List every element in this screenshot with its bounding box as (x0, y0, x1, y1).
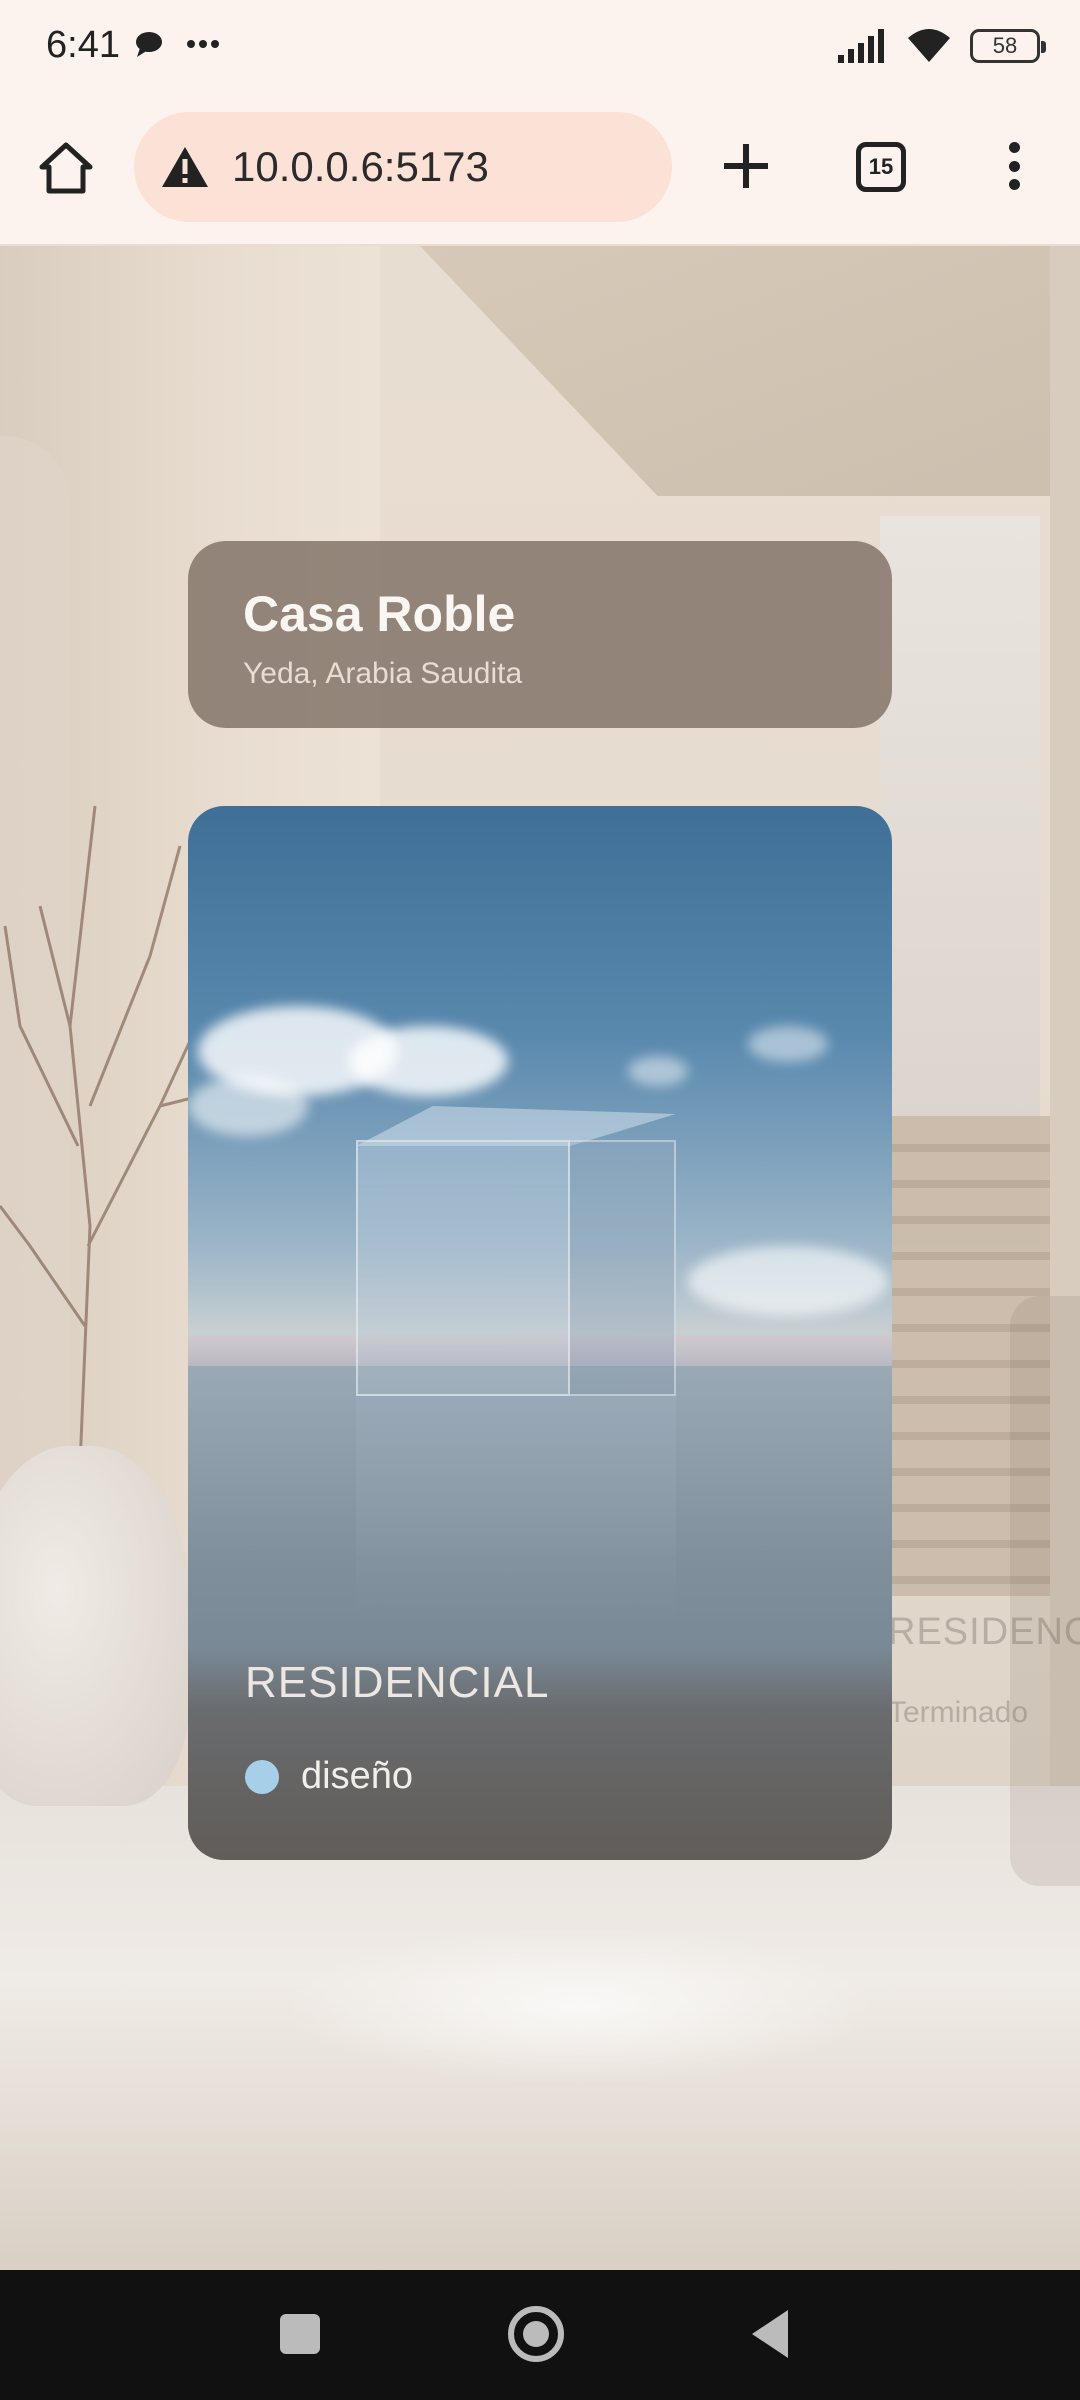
project-location: Yeda, Arabia Saudita (243, 657, 523, 690)
project-status: diseño (245, 1755, 413, 1798)
system-navigation-bar (0, 2270, 1080, 2400)
next-card-category: RESIDENCIAL (888, 1611, 1080, 1653)
new-tab-button[interactable] (716, 136, 776, 196)
project-status-label: diseño (301, 1755, 413, 1797)
warning-icon[interactable] (160, 145, 210, 189)
square-icon[interactable] (280, 2314, 320, 2354)
browser-home-button[interactable] (36, 138, 96, 198)
status-dot-icon (245, 1759, 279, 1794)
vase-decoration (0, 1446, 190, 1806)
circle-home-icon[interactable] (508, 2306, 564, 2362)
status-bar: 6:41 58 (0, 0, 1080, 100)
address-bar[interactable]: 10.0.0.6:5173 (134, 112, 672, 222)
vertical-dots-icon (1008, 142, 1020, 153)
status-notifications (134, 30, 220, 58)
battery-indicator: 58 (970, 29, 1046, 63)
browser-menu-button[interactable] (996, 136, 1032, 196)
status-right: 58 (838, 28, 1046, 64)
more-dots-icon (187, 40, 219, 48)
wifi-icon (908, 29, 950, 62)
battery-level: 58 (992, 33, 1018, 58)
project-title-card: Casa Roble Yeda, Arabia Saudita (188, 541, 892, 728)
next-project-card-peek[interactable] (1010, 1296, 1080, 1886)
project-name: Casa Roble (243, 586, 516, 642)
back-triangle-icon[interactable] (752, 2310, 788, 2358)
glass-cube-image (356, 1106, 676, 1396)
home-icon (39, 142, 93, 194)
status-time: 6:41 (46, 24, 120, 66)
browser-toolbar: 10.0.0.6:5173 15 (0, 100, 1080, 246)
project-card[interactable]: RESIDENCIAL diseño (188, 806, 892, 1860)
signal-icon (838, 29, 884, 63)
project-category: RESIDENCIAL (245, 1658, 550, 1707)
tab-switcher-button[interactable]: 15 (856, 142, 906, 192)
chat-bubble-icon (136, 32, 162, 57)
url-text[interactable]: 10.0.0.6:5173 (232, 143, 489, 191)
tab-count: 15 (868, 154, 894, 179)
next-card-status: Terminado (888, 1696, 1029, 1729)
plus-icon (724, 144, 768, 188)
